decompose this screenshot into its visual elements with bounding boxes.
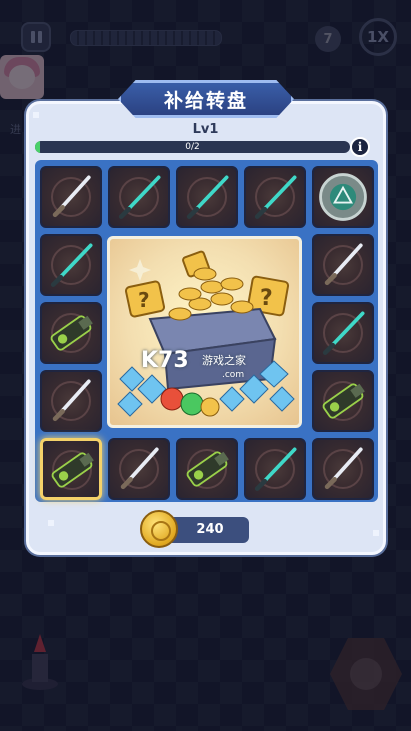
- wheel-slot: [40, 438, 102, 500]
- svg-text:?: ?: [260, 286, 273, 311]
- dialog-title: 补给转盘: [163, 89, 248, 112]
- wheel-slot: [176, 166, 238, 228]
- dialog-title-plate: 补给转盘: [118, 80, 294, 118]
- wheel-slot: [312, 166, 374, 228]
- watermark-url: .com: [222, 370, 245, 380]
- watermark-text: 游戏之家: [202, 354, 246, 367]
- cyan-blade-icon: [254, 175, 297, 219]
- arc-reactor-icon: [319, 173, 367, 221]
- spin-cost-value: 240: [196, 522, 224, 537]
- gatling-gun-icon: [322, 383, 365, 419]
- wheel-slot: [40, 234, 102, 296]
- wheel-slot: [312, 234, 374, 296]
- panel-decoration: [48, 520, 54, 526]
- wheel-slot: [176, 438, 238, 500]
- wheel-slot: [40, 166, 102, 228]
- wheel-slot: [244, 438, 306, 500]
- silver-sword-icon: [52, 175, 91, 218]
- center-prize: ? ?: [107, 236, 302, 428]
- cyan-blade-icon: [322, 311, 365, 355]
- wheel-slot: [40, 302, 102, 364]
- cyan-blade-icon: [254, 447, 297, 491]
- gatling-gun-icon: [186, 451, 229, 487]
- cyan-blade-icon: [50, 243, 93, 287]
- wheel-slot: [108, 438, 170, 500]
- panel-decoration: [373, 530, 379, 536]
- watermark-logo: K73: [141, 348, 189, 373]
- silver-sword-icon: [120, 447, 159, 490]
- silver-sword-icon: [324, 243, 363, 286]
- wheel-slot: [40, 370, 102, 432]
- wheel-level: Lv1: [192, 122, 219, 137]
- gatling-gun-icon: [50, 315, 93, 351]
- treasure-chest-icon: ? ?: [117, 250, 295, 417]
- level-progress-text: 0/2: [185, 142, 200, 152]
- panel-decoration: [33, 112, 39, 118]
- info-button[interactable]: i: [350, 137, 370, 157]
- cyan-blade-icon: [186, 175, 229, 219]
- gatling-gun-icon: [51, 452, 94, 488]
- svg-text:?: ?: [138, 288, 150, 312]
- silver-sword-icon: [324, 447, 363, 490]
- wheel-slot: [312, 370, 374, 432]
- wheel-slot: [244, 166, 306, 228]
- silver-sword-icon: [52, 379, 91, 422]
- wheel-slot: [108, 166, 170, 228]
- wheel-slot: [312, 438, 374, 500]
- wheel-slot: [312, 302, 374, 364]
- gold-coin-icon: [140, 510, 178, 548]
- cyan-blade-icon: [118, 175, 161, 219]
